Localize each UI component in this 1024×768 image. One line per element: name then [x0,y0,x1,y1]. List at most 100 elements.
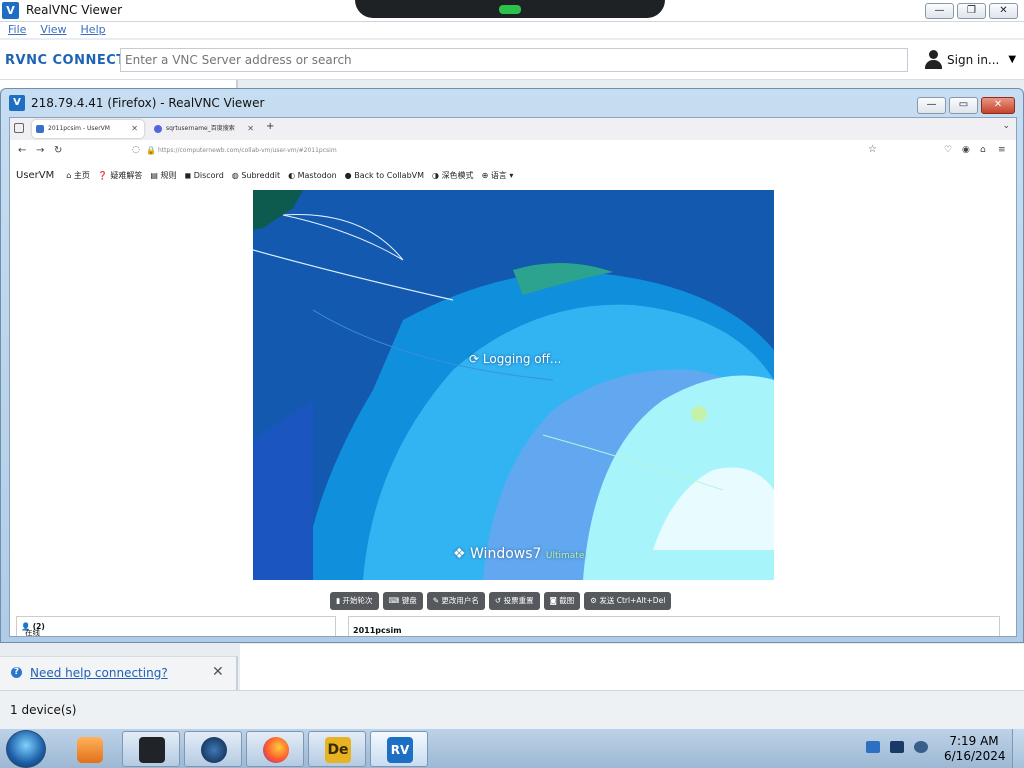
menu-file[interactable]: File [8,22,26,38]
vnc-session-window: V 218.79.4.41 (Firefox) - RealVNC Viewer… [0,88,1024,643]
take-turn-label: 开始轮次 [342,596,373,605]
reload-icon[interactable]: ↻ [54,145,62,156]
forward-icon[interactable]: → [36,145,44,156]
clock-time: 7:19 AM [949,734,999,748]
media-player-icon [77,737,103,763]
chevron-down-icon: ▼ [1008,54,1017,65]
firefox-icon [263,737,289,763]
vote-reset-button[interactable]: ↺ 投票重置 [488,592,540,610]
start-button[interactable] [6,730,46,768]
tab-close-icon[interactable]: ✕ [131,120,138,138]
outer-restore-button[interactable]: ❐ [957,3,986,19]
vnc-session-title: 218.79.4.41 (Firefox) - RealVNC Viewer [31,96,265,110]
taskbar-dark-globe-app[interactable] [184,731,242,767]
help-icon: ? [11,667,22,678]
take-turn-button[interactable]: ▮ 开始轮次 [330,592,379,610]
tab-overview-icon[interactable] [14,123,24,133]
nav-language[interactable]: ⊕ 语言 ▾ [482,170,514,181]
tray-network-icon[interactable] [866,741,880,753]
nav-mastodon[interactable]: ◐ Mastodon [288,171,337,180]
bookmark-star-icon[interactable]: ☆ [868,144,877,155]
nav-mastodon-label: Mastodon [297,170,337,180]
user-icon [925,50,942,69]
url-field[interactable]: https://computernewb.com/collab-vm/user-… [158,147,337,154]
online-users-header: 👤 在线的用户： (2) [21,622,45,636]
app-menu-icon[interactable]: ≡ [998,145,1006,155]
realvnc-taskbar-icon: RV [387,737,413,763]
tab-baidu-search[interactable]: sqrtusername_百度搜索 ✕ [150,120,260,138]
online-users-label: 在线的用户： [25,628,40,637]
nav-dark-mode[interactable]: ◑ 深色模式 [432,170,474,181]
list-tabs-icon[interactable]: ⌄ [1002,121,1010,131]
change-username-button[interactable]: ✎ 更改用户名 [426,592,485,610]
new-tab-icon[interactable]: + [266,121,274,132]
realvnc-app-icon: V [2,2,19,19]
nav-subreddit-label: Subreddit [241,170,281,180]
taskbar-realvnc[interactable]: RV [370,731,428,767]
session-minimize-button[interactable]: — [917,97,946,114]
session-close-button[interactable]: ✕ [981,97,1015,114]
extensions-icon[interactable]: ⌂ [980,145,986,155]
os-name: Windows [470,546,533,562]
pocket-icon[interactable]: ♡ [944,145,952,155]
overlay-peek-bar[interactable] [355,0,665,18]
taskbar-firefox[interactable] [246,731,304,767]
outer-window-controls: — ❐ ✕ [925,3,1018,19]
keyboard-button[interactable]: ⌨ 键盘 [382,592,423,610]
device-count: 1 device(s) [10,703,77,717]
change-username-label: 更改用户名 [441,596,479,605]
nav-dark-label: 深色模式 [441,170,474,180]
chat-panel-title: 2011pcsim [353,626,402,635]
send-cad-label: 发送 Ctrl+Alt+Del [599,596,666,605]
nav-rules[interactable]: ▤ 规则 [150,170,176,181]
nav-faq[interactable]: ❓ 疑难解答 [98,170,143,181]
taskbar-terminal-app[interactable] [122,731,180,767]
sign-in-button[interactable]: Sign in... ▼ [925,50,1016,69]
windows7-wallpaper [253,190,774,580]
taskbar-clock[interactable]: 7:19 AM 6/16/2024 [944,734,1006,764]
menu-help[interactable]: Help [81,22,106,38]
nav-subreddit[interactable]: ◍ Subreddit [232,171,280,180]
lock-icon[interactable]: 🔒 [146,146,156,155]
screenshot-button[interactable]: ◙ 截图 [543,592,581,610]
sign-in-label: Sign in... [947,52,1000,67]
help-connecting-banner: ? Need help connecting? ✕ [0,656,238,690]
remote-firefox-browser[interactable]: 2011pcsim - UserVM ✕ sqrtusername_百度搜索 ✕… [9,117,1017,637]
de-app-icon: De [325,737,351,763]
account-icon[interactable]: ◉ [962,145,970,155]
nav-home[interactable]: ⌂ 主页 [66,170,90,181]
nav-back-collabvm[interactable]: ● Back to CollabVM [345,171,424,180]
peek-indicator-icon [499,5,521,14]
outer-menubar: File View Help [0,22,1024,38]
tab-uservm[interactable]: 2011pcsim - UserVM ✕ [32,120,144,138]
tab-close-icon[interactable]: ✕ [247,120,254,138]
send-ctrl-alt-del-button[interactable]: ⚙ 发送 Ctrl+Alt+Del [584,592,672,610]
dismiss-help-icon[interactable]: ✕ [212,664,224,680]
back-icon[interactable]: ← [18,145,26,156]
tracking-shield-icon[interactable]: ◌ [132,145,140,155]
rvnc-connect-logo: RVNC CONNECT [5,53,126,68]
taskbar-media-player[interactable] [60,731,118,767]
outer-minimize-button[interactable]: — [925,3,954,19]
show-desktop-button[interactable] [1012,729,1024,768]
device-list-area [240,644,1024,690]
menu-view[interactable]: View [40,22,66,38]
tray-volume-icon[interactable] [914,741,928,753]
site-brand[interactable]: UserVM [16,170,54,181]
nav-rules-label: 规则 [160,170,177,180]
vnc-server-search-input[interactable] [120,48,908,72]
nav-home-label: 主页 [73,170,90,180]
clock-date: 6/16/2024 [944,749,1006,763]
session-window-controls: — ▭ ✕ [917,97,1015,114]
tray-display-icon[interactable] [890,741,904,753]
outer-close-button[interactable]: ✕ [989,3,1018,19]
nav-discord[interactable]: ◼ Discord [185,171,224,180]
taskbar-de-app[interactable]: De [308,731,366,767]
vm-display-screen[interactable]: ⟳ Logging off... ❖ Windows7 Ultimate [253,190,774,580]
need-help-link[interactable]: Need help connecting? [30,666,168,680]
tab-label: 2011pcsim - UserVM [48,125,110,132]
screenshot-label: 截图 [559,596,575,605]
session-maximize-button[interactable]: ▭ [949,97,978,114]
browser-tab-bar: 2011pcsim - UserVM ✕ sqrtusername_百度搜索 ✕… [10,118,1016,140]
logging-off-text: Logging off... [482,352,562,366]
